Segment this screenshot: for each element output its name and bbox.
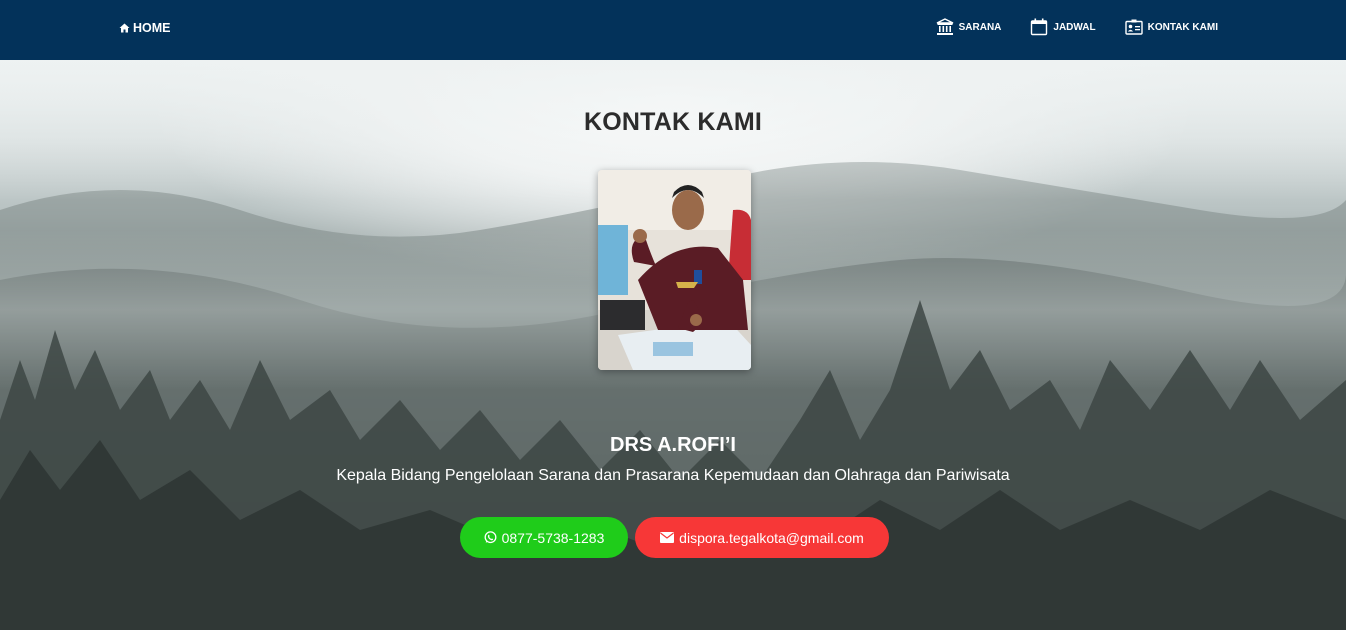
profile-photo [598,170,751,370]
bank-icon [936,18,953,35]
whatsapp-button[interactable]: 0877-5738-1283 [460,517,628,558]
email-address: dispora.tegalkota@gmail.com [679,529,864,546]
page-title: KONTAK KAMI [583,108,763,136]
nav-item-label: KONTAK KAMI [1147,21,1218,33]
whatsapp-number: 0877-5738-1283 [501,529,605,546]
email-button[interactable]: dispora.tegalkota@gmail.com [635,517,889,558]
hero-section: KONTAK KAMI DRS A.ROFI’I Kepala Bidang P… [0,60,1346,630]
home-icon [119,23,130,33]
nav-menu: SARANA JADWAL KONTAK KAMI [936,18,1218,36]
calendar-icon [1031,18,1048,36]
person-name: DRS A.ROFI’I [610,434,736,456]
navbar: HOME SARANA JADWAL KONTAK KAMI [0,0,1346,60]
nav-home-label: HOME [133,21,171,35]
nav-home-link[interactable]: HOME [119,21,171,35]
envelope-icon [660,532,675,543]
nav-item-jadwal[interactable]: JADWAL [1030,18,1096,36]
person-role: Kepala Bidang Pengelolaan Sarana dan Pra… [336,467,1010,484]
nav-item-label: SARANA [958,21,1002,33]
whatsapp-icon [484,531,497,544]
contact-card-icon [1124,19,1143,35]
nav-item-kontak-kami[interactable]: KONTAK KAMI [1124,18,1218,36]
nav-item-label: JADWAL [1053,21,1096,33]
nav-item-sarana[interactable]: SARANA [936,18,1002,36]
